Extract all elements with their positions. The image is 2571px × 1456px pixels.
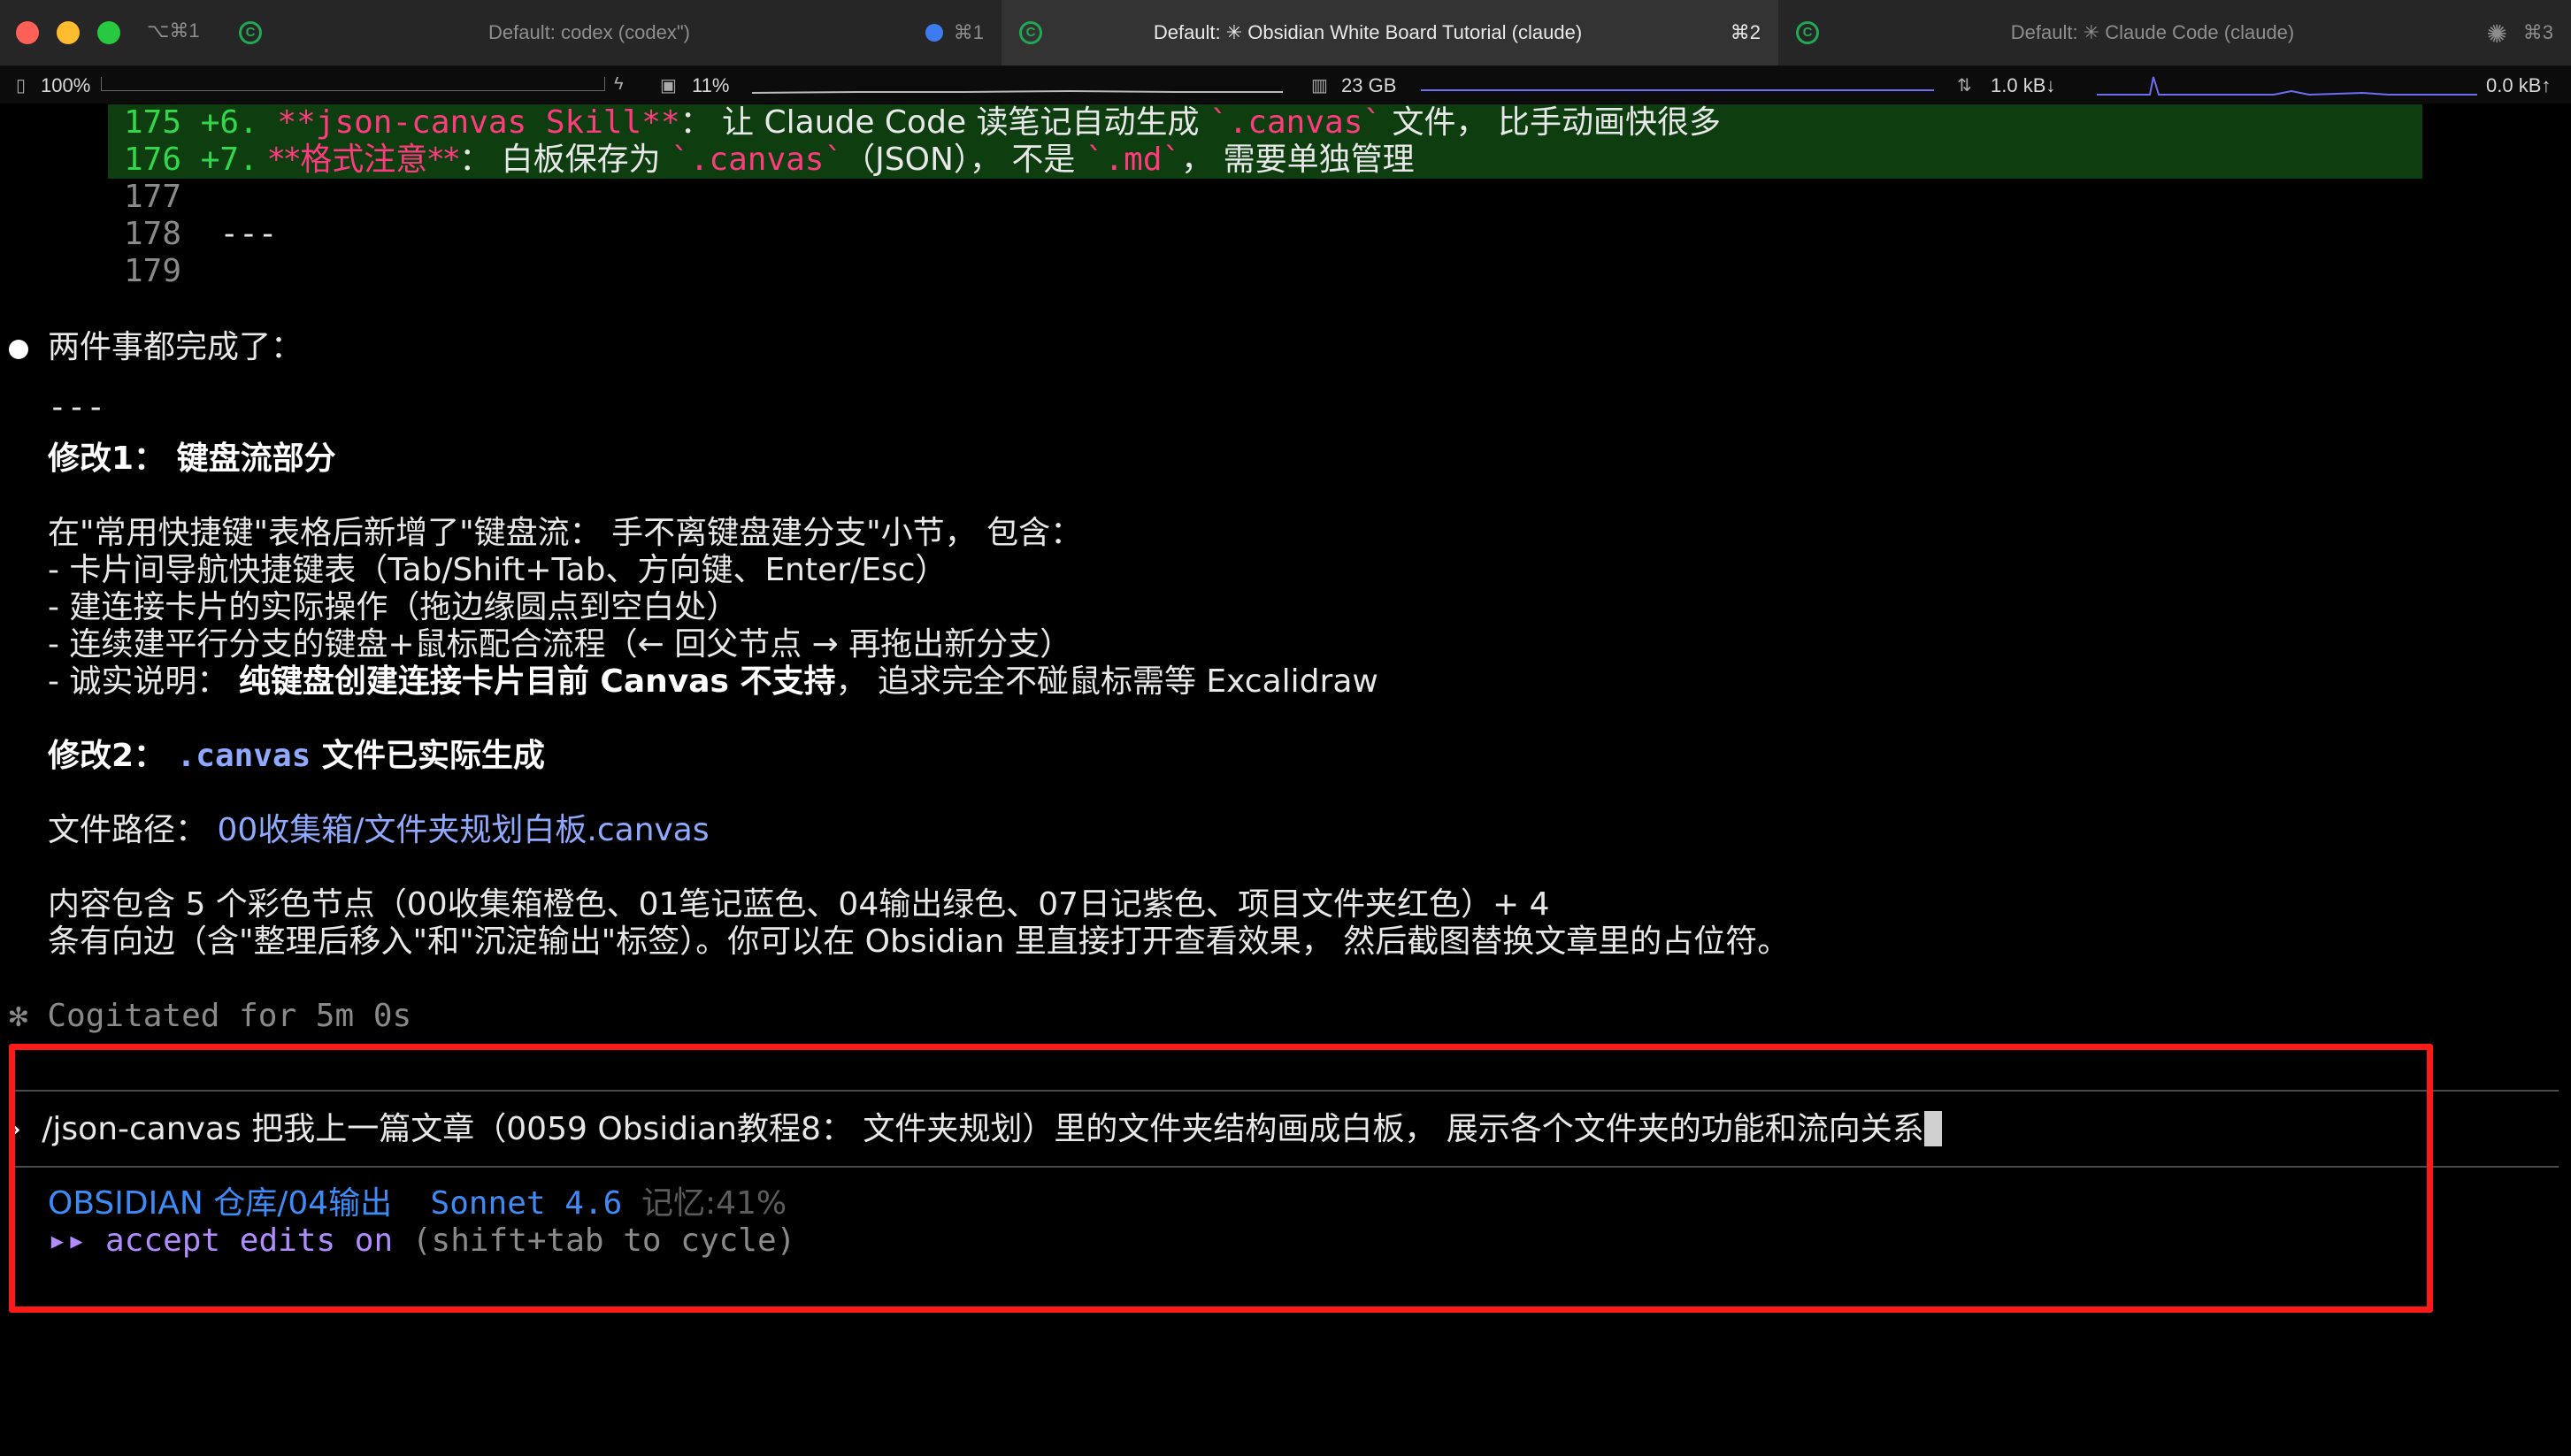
tab-title: Default: codex (codex") (488, 21, 690, 43)
memory-bar (1421, 89, 1934, 91)
tab-shortcut: ⌘1 (953, 21, 984, 43)
cpu-icon: ▣ (660, 76, 677, 96)
diff-line-178: 178 --- (124, 216, 278, 252)
tab-obsidian-tutorial[interactable]: C Default: ✳ Obsidian White Board Tutori… (1002, 0, 1779, 65)
tab-claude-code[interactable]: C Default: ✳ Claude Code (claude) ✺ ⌘3 (1778, 0, 2571, 65)
claude-c-icon: C (1019, 21, 1042, 44)
section2-title: 修改2： .canvas 文件已实际生成 (48, 738, 545, 774)
battery-percent: 100% (41, 74, 91, 96)
activity-dot-icon (925, 24, 943, 42)
cpu-sparkline (752, 89, 1283, 94)
tab-title: Default: ✳ Obsidian White Board Tutorial… (1153, 21, 1583, 43)
close-window-button[interactable] (16, 21, 39, 44)
response-bullet-icon (9, 340, 28, 359)
response-intro: 两件事都完成了： (48, 329, 303, 365)
asterisk-icon: ✻ (9, 998, 28, 1034)
window-shortcut: ⌥⌘1 (147, 19, 200, 42)
honest-note: - 诚实说明： 纯键盘创建连接卡片目前 Canvas 不支持， 追求完全不碰鼠标… (48, 663, 1378, 700)
diff-line-177: 177 (124, 179, 182, 215)
content-line-2: 条有向边（含"整理后移入"和"沉淀输出"标签）。你可以在 Obsidian 里直… (48, 923, 1790, 960)
bullet-item: - 建连接卡片的实际操作（拖边缘圆点到空白处） (48, 589, 739, 625)
zoom-window-button[interactable] (97, 21, 120, 44)
status-bar: ▯ 100% ϟ ▣ 11% ▥ 23 GB ⇅ 1.0 kB↓ 0.0 kB↑ (0, 66, 2571, 103)
loading-spinner-icon: ✺ (2486, 20, 2507, 48)
cogitated-status: ✻ Cogitated for 5m 0s (9, 998, 412, 1034)
charging-icon: ϟ (614, 74, 624, 94)
tab-shortcut: ⌘2 (1730, 21, 1761, 43)
tab-codex[interactable]: C Default: codex (codex") ⌘1 (221, 0, 1002, 65)
battery-meter (101, 77, 605, 91)
file-path-link[interactable]: 00收集箱/文件夹规划白板.canvas (217, 812, 709, 848)
network-icon: ⇅ (1957, 76, 1972, 96)
memory-icon: ▥ (1311, 76, 1328, 96)
diff-line-179: 179 (124, 253, 182, 289)
section1-title: 修改1： 键盘流部分 (48, 441, 336, 477)
network-sparkline (2097, 76, 2477, 96)
bullet-item: - 连续建平行分支的键盘+鼠标配合流程（← 回父节点 → 再拖出新分支） (48, 626, 1072, 663)
file-path-line: 文件路径： 00收集箱/文件夹规划白板.canvas (48, 812, 710, 848)
response-rule: --- (48, 389, 106, 425)
cpu-usage: 11% (692, 74, 730, 96)
memory-usage: 23 GB (1341, 74, 1397, 96)
diff-line-175: 175 +6. **json-canvas Skill**： 让 Claude … (124, 104, 1721, 141)
network-down: 1.0 kB↓ (1991, 74, 2056, 96)
highlight-annotation-box (9, 1044, 2433, 1313)
claude-c-icon: C (1796, 21, 1819, 44)
diff-line-176: 176 +7. **格式注意**： 白板保存为 `.canvas`（JSON），… (124, 142, 1415, 178)
title-bar: ⌥⌘1 C Default: codex (codex") ⌘1 C Defau… (0, 0, 2571, 66)
bullet-item: - 卡片间导航快捷键表（Tab/Shift+Tab、方向键、Enter/Esc） (48, 552, 948, 588)
tab-shortcut: ⌘3 (2522, 21, 2553, 43)
section1-body: 在"常用快捷键"表格后新增了"键盘流： 手不离键盘建分支"小节， 包含： (48, 515, 1083, 551)
minimize-window-button[interactable] (57, 21, 80, 44)
network-up: 0.0 kB↑ (2486, 74, 2552, 96)
battery-icon: ▯ (16, 76, 27, 96)
tab-title: Default: ✳ Claude Code (claude) (2010, 21, 2295, 43)
content-line-1: 内容包含 5 个彩色节点（00收集箱橙色、01笔记蓝色、04输出绿色、07日记紫… (48, 886, 1550, 923)
claude-c-icon: C (239, 21, 262, 44)
